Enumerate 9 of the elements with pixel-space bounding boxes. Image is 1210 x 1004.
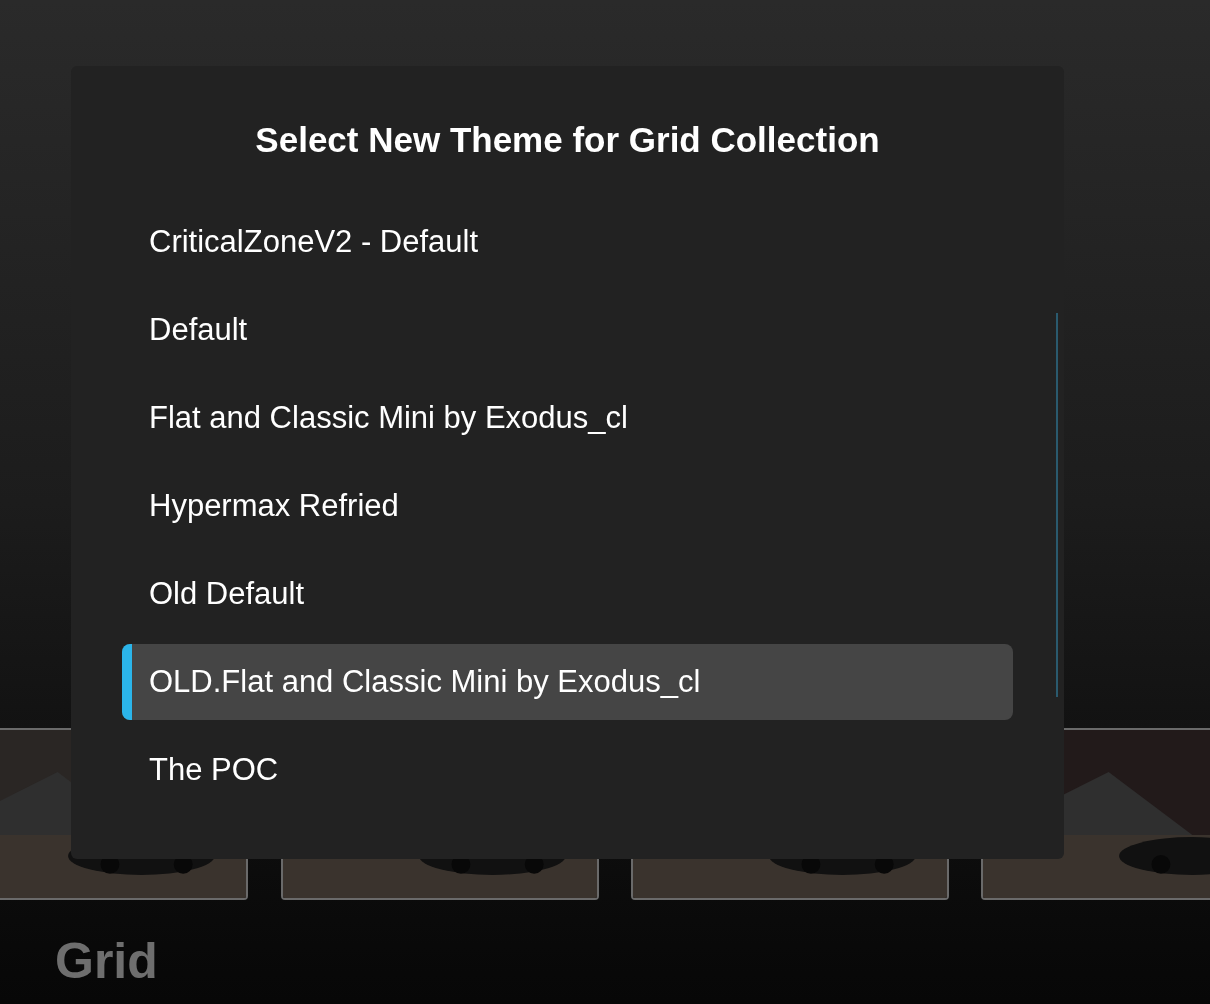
theme-option[interactable]: Default (122, 291, 1013, 368)
theme-option[interactable]: Hypermax Refried (122, 467, 1013, 544)
theme-option[interactable]: Flat and Classic Mini by Exodus_cl (122, 379, 1013, 456)
dialog-title: Select New Theme for Grid Collection (255, 119, 880, 161)
theme-option[interactable]: The POC (122, 731, 1013, 808)
theme-option[interactable]: OLD.Flat and Classic Mini by Exodus_cl (122, 643, 1013, 720)
collection-title: Grid (55, 936, 158, 986)
theme-option[interactable]: CriticalZoneV2 - Default (122, 203, 1013, 280)
theme-option[interactable]: Old Default (122, 555, 1013, 632)
